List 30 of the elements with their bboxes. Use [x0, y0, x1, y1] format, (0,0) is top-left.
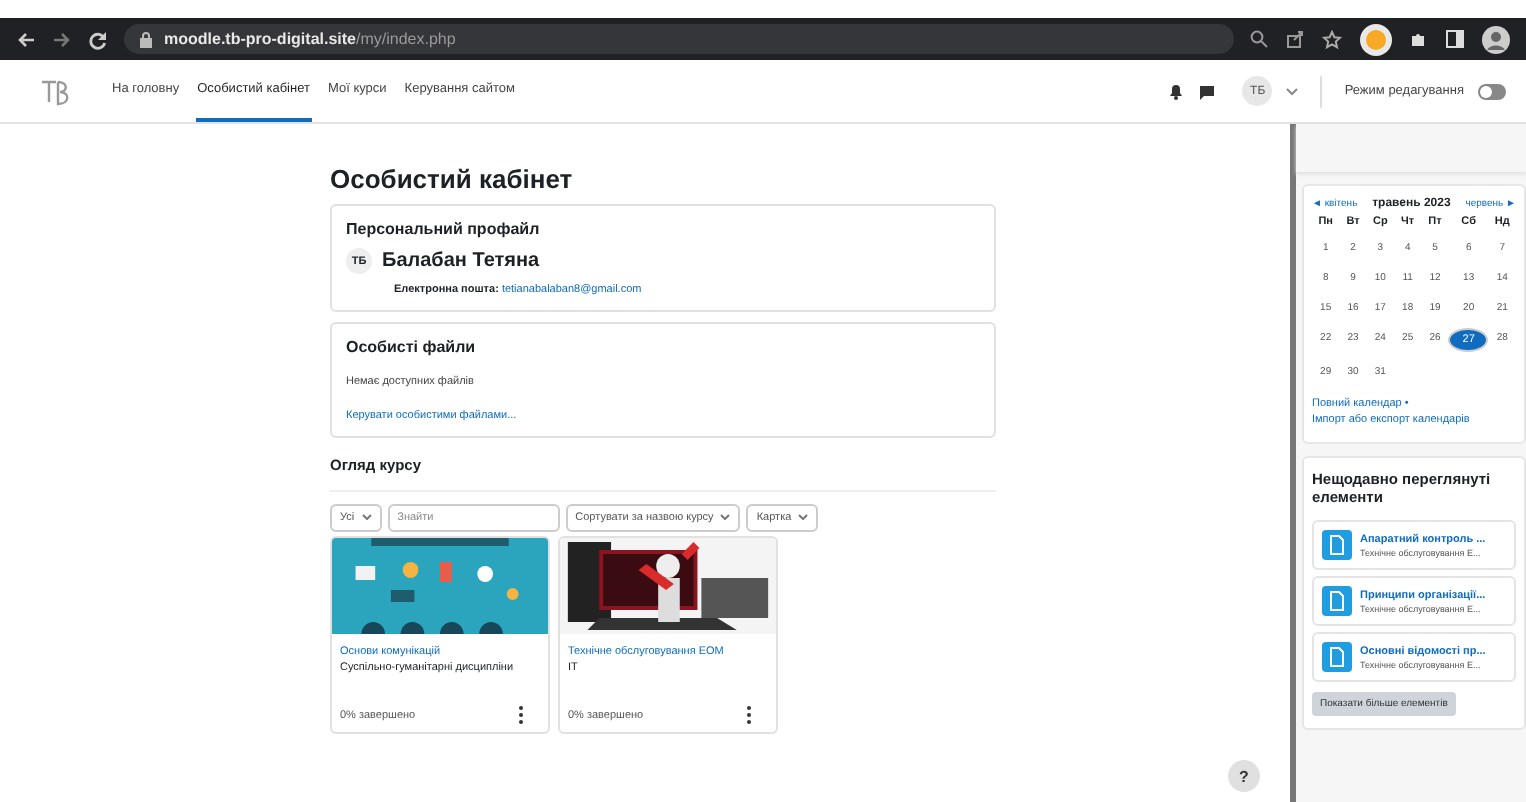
file-icon — [1322, 530, 1352, 560]
share-icon[interactable] — [1286, 30, 1304, 48]
file-icon — [1322, 642, 1352, 672]
address-bar[interactable]: moodle.tb-pro-digital.site/my/index.php — [124, 24, 1234, 54]
chat-icon[interactable] — [1198, 83, 1217, 99]
zoom-icon[interactable] — [1250, 30, 1268, 48]
lock-icon — [140, 31, 152, 47]
caret-icon — [720, 514, 731, 521]
page-title: Особистий кабінет — [330, 164, 575, 194]
logo-icon[interactable] — [40, 77, 72, 105]
bell-icon[interactable] — [1168, 82, 1185, 100]
back-icon[interactable] — [16, 29, 36, 49]
extension-circle-icon[interactable] — [1360, 23, 1392, 55]
caret-icon — [798, 514, 809, 521]
caret-icon — [361, 514, 372, 521]
more-icon[interactable] — [518, 706, 524, 724]
profile-avatar-icon[interactable] — [1482, 25, 1510, 53]
sidebar-icon[interactable] — [1446, 30, 1464, 48]
help-button[interactable]: ? — [1228, 760, 1260, 792]
file-icon — [1322, 586, 1352, 616]
reload-icon[interactable] — [88, 29, 108, 49]
star-icon[interactable] — [1322, 29, 1342, 49]
card-title: Особисті файли — [346, 338, 478, 356]
user-name: Балабан Тетяна — [382, 250, 540, 272]
card-title: Персональний профайл — [346, 220, 542, 238]
forward-icon[interactable] — [52, 29, 72, 49]
puzzle-icon[interactable] — [1410, 30, 1428, 48]
more-icon[interactable] — [746, 706, 752, 724]
caret-icon[interactable] — [1286, 87, 1299, 95]
edit-mode-toggle[interactable] — [1478, 83, 1506, 99]
